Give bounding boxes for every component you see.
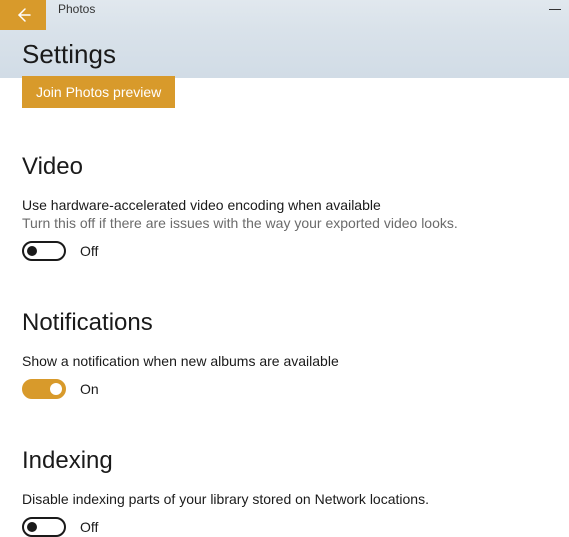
minimize-button[interactable] [549, 8, 561, 10]
settings-content: Join Photos preview Video Use hardware-a… [0, 78, 569, 537]
arrow-left-icon [14, 6, 32, 24]
video-toggle-row: Off [22, 241, 547, 261]
notifications-setting-title: Show a notification when new albums are … [22, 353, 547, 369]
header-band: Settings [0, 30, 569, 78]
indexing-toggle-row: Off [22, 517, 547, 537]
video-heading: Video [22, 153, 547, 181]
toggle-knob [50, 383, 62, 395]
video-toggle[interactable] [22, 241, 66, 261]
toggle-knob [27, 522, 37, 532]
notifications-toggle-label: On [80, 381, 99, 397]
join-preview-button[interactable]: Join Photos preview [22, 76, 175, 108]
indexing-heading: Indexing [22, 447, 547, 475]
back-button[interactable] [0, 0, 46, 30]
notifications-heading: Notifications [22, 309, 547, 337]
indexing-setting-title: Disable indexing parts of your library s… [22, 491, 547, 507]
page-title: Settings [22, 39, 116, 70]
video-toggle-label: Off [80, 243, 98, 259]
video-setting-desc: Turn this off if there are issues with t… [22, 215, 547, 231]
notifications-toggle-row: On [22, 379, 547, 399]
video-setting-title: Use hardware-accelerated video encoding … [22, 197, 547, 213]
indexing-toggle-label: Off [80, 519, 98, 535]
indexing-toggle[interactable] [22, 517, 66, 537]
app-title: Photos [58, 2, 95, 16]
notifications-toggle[interactable] [22, 379, 66, 399]
titlebar: Photos [0, 0, 569, 30]
toggle-knob [27, 246, 37, 256]
